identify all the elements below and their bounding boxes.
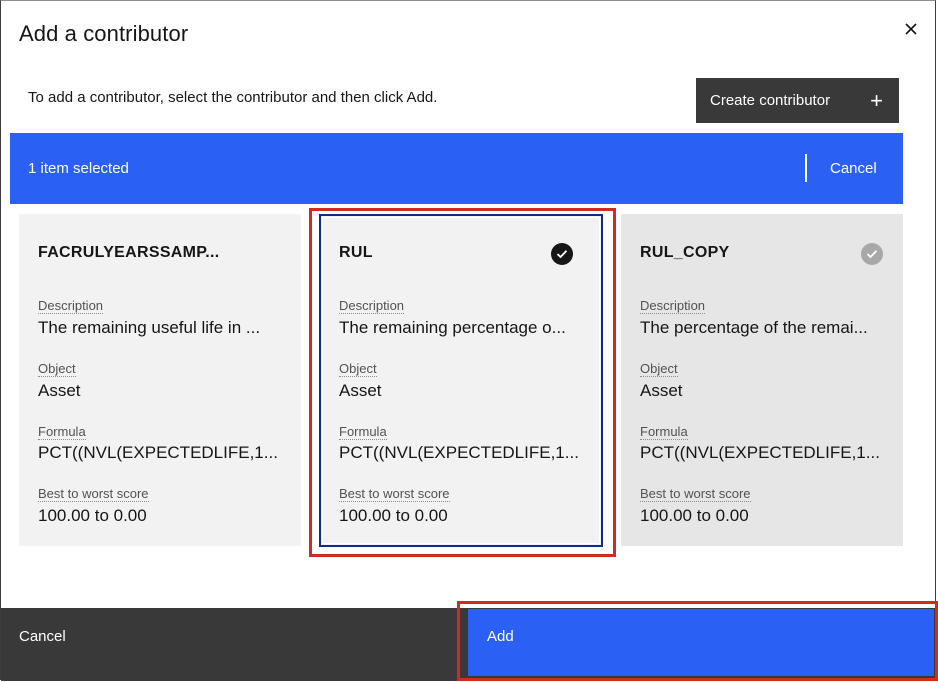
create-contributor-label: Create contributor: [710, 92, 831, 109]
score-value: 100.00 to 0.00: [339, 506, 448, 525]
score-label: Best to worst score: [339, 486, 450, 502]
object-label: Object: [38, 361, 76, 377]
selection-divider: [805, 154, 807, 182]
score-label: Best to worst score: [38, 486, 149, 502]
object-value: Asset: [339, 381, 382, 400]
formula-value: PCT((NVL(EXPECTEDLIFE,1...: [339, 443, 579, 462]
selected-count: 1 item selected: [28, 160, 129, 177]
score-value: 100.00 to 0.00: [640, 506, 749, 525]
cancel-button[interactable]: Cancel: [1, 608, 464, 677]
add-button[interactable]: Add: [468, 609, 934, 676]
tile-name: RUL_COPY: [640, 244, 730, 261]
create-contributor-button[interactable]: Create contributor +: [696, 78, 899, 123]
close-button[interactable]: [897, 15, 925, 43]
contributor-tile-rul[interactable]: RUL Description The remaining percentage…: [319, 214, 603, 547]
object-value: Asset: [640, 381, 683, 400]
plus-icon: +: [870, 87, 883, 113]
selection-bar: 1 item selected Cancel: [10, 133, 903, 204]
description-label: Description: [640, 298, 706, 314]
selection-cancel-button[interactable]: Cancel: [830, 160, 877, 177]
checkmark-icon: [551, 243, 573, 265]
formula-value: PCT((NVL(EXPECTEDLIFE,1...: [640, 443, 880, 462]
score-label: Best to worst score: [640, 486, 751, 502]
description-value: The remaining percentage o...: [339, 318, 566, 337]
formula-label: Formula: [339, 424, 387, 440]
instruction-text: To add a contributor, select the contrib…: [28, 89, 438, 106]
tile-name: FACRULYEARSSAMP...: [38, 244, 220, 261]
description-value: The remaining useful life in ...: [38, 318, 261, 337]
formula-label: Formula: [640, 424, 688, 440]
formula-label: Formula: [38, 424, 86, 440]
add-contributor-modal: Add a contributor To add a contributor, …: [0, 0, 938, 681]
tile-name: RUL: [339, 244, 373, 261]
description-label: Description: [339, 298, 405, 314]
formula-value: PCT((NVL(EXPECTEDLIFE,1...: [38, 443, 278, 462]
modal-title: Add a contributor: [19, 21, 189, 46]
description-value: The percentage of the remai...: [640, 318, 868, 337]
score-value: 100.00 to 0.00: [38, 506, 147, 525]
contributor-tile-rul-copy[interactable]: RUL_COPY Description The percentage of t…: [621, 214, 903, 546]
modal-footer: Cancel Add: [1, 608, 937, 681]
checkmark-disabled-icon: [861, 243, 883, 265]
description-label: Description: [38, 298, 104, 314]
object-value: Asset: [38, 381, 81, 400]
contributor-tile-facrulyearssamp[interactable]: FACRULYEARSSAMP... Description The remai…: [19, 214, 301, 546]
object-label: Object: [640, 361, 678, 377]
object-label: Object: [339, 361, 377, 377]
close-icon: [905, 23, 917, 35]
